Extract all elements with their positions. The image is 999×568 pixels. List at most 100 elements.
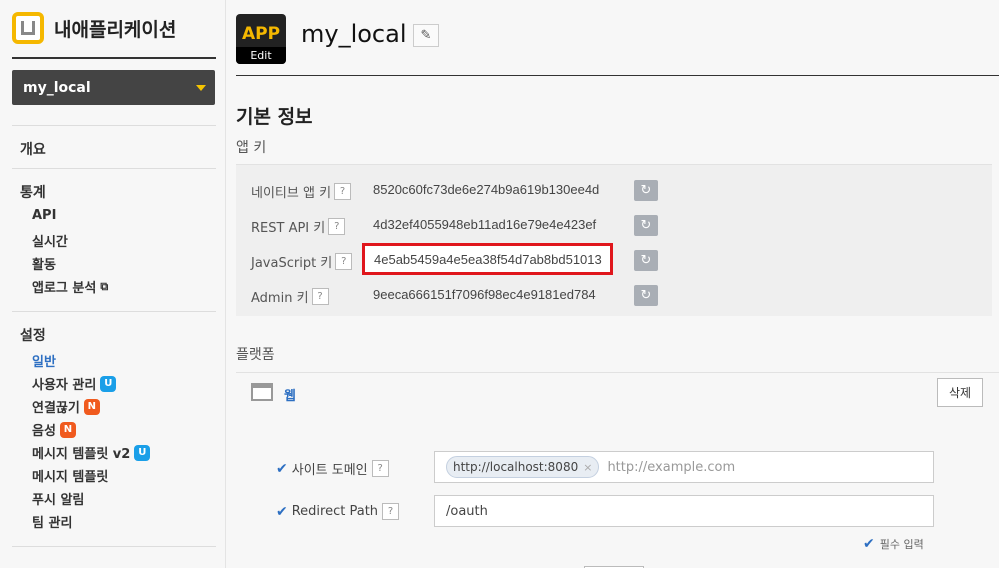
help-icon[interactable]: ? xyxy=(311,288,329,305)
key-row-admin: Admin 키? 9eeca666151f7096f98ec4e9181ed78… xyxy=(236,280,992,312)
sidebar-item-label: 앱로그 분석 xyxy=(32,281,97,296)
pencil-icon: ✎ xyxy=(420,28,432,43)
sidebar-item-label: 활동 xyxy=(32,258,56,273)
help-icon[interactable]: ? xyxy=(335,253,353,270)
new-badge: N xyxy=(59,421,76,438)
help-icon[interactable]: ? xyxy=(328,218,346,235)
sidebar-item-unlink[interactable]: 연결끊기 N xyxy=(32,397,100,416)
sidebar-heading-settings: 설정 xyxy=(20,328,46,344)
sidebar-item-label: 푸시 알림 xyxy=(32,493,85,508)
sidebar-item-label: 실시간 xyxy=(32,235,68,250)
main-content: APP Edit my_local ✎ 기본 정보 앱 키 네이티브 앱 키? … xyxy=(227,0,999,568)
new-badge: N xyxy=(83,398,100,415)
sidebar-item-overview[interactable]: 개요 xyxy=(20,139,46,159)
web-platform-label: 웹 xyxy=(284,389,296,404)
sidebar-item-applog[interactable]: 앱로그 분석 ⧉ xyxy=(32,277,109,297)
sidebar-item-team[interactable]: 팀 관리 xyxy=(32,512,72,531)
sidebar-item-label: 메시지 템플릿 xyxy=(32,470,109,485)
app-keys-title: 앱 키 xyxy=(236,140,267,156)
sidebar-item-realtime[interactable]: 실시간 xyxy=(32,231,68,250)
sidebar-divider xyxy=(12,311,216,312)
refresh-icon[interactable]: ↻ xyxy=(634,180,658,201)
sidebar-heading-stats: 통계 xyxy=(20,185,46,201)
key-label: Admin 키? xyxy=(251,287,329,306)
help-icon[interactable]: ? xyxy=(371,460,389,477)
key-label-text: REST API 키 xyxy=(251,221,326,236)
app-icon-edit-label: Edit xyxy=(236,47,286,64)
refresh-icon[interactable]: ↻ xyxy=(634,285,658,306)
brand-logo-icon xyxy=(12,12,44,44)
redirect-path-input[interactable]: /oauth xyxy=(434,495,934,527)
key-value-highlighted[interactable]: 4e5ab5459a4e5ea38f54d7ab8bd51013 xyxy=(362,243,613,275)
domain-tag-text: http://localhost:8080 xyxy=(453,460,579,474)
key-row-javascript: JavaScript 키? 4e5ab5459a4e5ea38f54d7ab8b… xyxy=(236,243,992,277)
required-note: ✔ 필수 입력 xyxy=(863,536,924,552)
sidebar-item-label: 사용자 관리 xyxy=(32,378,97,393)
close-icon[interactable]: × xyxy=(583,461,592,474)
key-label-text: JavaScript 키 xyxy=(251,256,333,271)
page-title: my_local xyxy=(301,20,407,48)
app-icon-edit[interactable]: APP Edit xyxy=(236,14,286,64)
sidebar-divider xyxy=(12,546,216,547)
sidebar-item-api[interactable]: API xyxy=(32,208,56,223)
sidebar-item-label: 일반 xyxy=(32,355,56,370)
redirect-path-label: ✔ Redirect Path ? xyxy=(276,503,400,520)
key-label-text: Admin 키 xyxy=(251,291,309,306)
help-icon[interactable]: ? xyxy=(334,183,352,200)
key-label: REST API 키? xyxy=(251,217,346,236)
brand-title: 내애플리케이션 xyxy=(54,18,177,41)
help-icon[interactable]: ? xyxy=(382,503,400,520)
chevron-down-icon xyxy=(196,85,206,91)
sidebar-item-user-management[interactable]: 사용자 관리 U xyxy=(32,374,117,393)
site-domain-placeholder: http://example.com xyxy=(607,459,736,475)
sidebar-item-push[interactable]: 푸시 알림 xyxy=(32,489,84,508)
key-value[interactable]: 4d32ef4055948eb11ad16e79e4e423ef xyxy=(373,217,596,232)
key-label-text: 네이티브 앱 키 xyxy=(251,186,332,201)
site-domain-input[interactable]: http://localhost:8080 × http://example.co… xyxy=(434,451,934,483)
sidebar-item-label: 팀 관리 xyxy=(32,516,73,531)
refresh-icon[interactable]: ↻ xyxy=(634,215,658,236)
edit-name-button[interactable]: ✎ xyxy=(413,24,439,47)
sidebar-item-general[interactable]: 일반 xyxy=(32,351,56,370)
sidebar-item-voice[interactable]: 음성 N xyxy=(32,420,76,439)
key-label: JavaScript 키? xyxy=(251,252,353,271)
app-select-dropdown[interactable]: my_local xyxy=(12,70,215,105)
header-divider xyxy=(236,75,999,76)
sidebar-item-label: 연결끊기 xyxy=(32,401,80,416)
key-row-native: 네이티브 앱 키? 8520c60fc73de6e274b9a619b130ee… xyxy=(236,175,992,207)
updated-badge: U xyxy=(100,375,117,392)
brand[interactable]: 내애플리케이션 xyxy=(12,12,176,44)
sidebar-item-activity[interactable]: 활동 xyxy=(32,254,56,273)
app-keys-panel: 네이티브 앱 키? 8520c60fc73de6e274b9a619b130ee… xyxy=(236,164,992,316)
check-icon: ✔ xyxy=(276,503,288,520)
sidebar-item-label: 음성 xyxy=(32,424,56,439)
key-row-rest: REST API 키? 4d32ef4055948eb11ad16e79e4e4… xyxy=(236,210,992,242)
external-link-icon: ⧉ xyxy=(100,279,109,293)
platform-title: 플랫폼 xyxy=(236,347,275,363)
redirect-label-text: Redirect Path xyxy=(291,504,379,519)
brand-divider xyxy=(12,57,216,59)
sidebar-item-message-template-v2[interactable]: 메시지 템플릿 v2 U xyxy=(32,443,151,462)
check-icon: ✔ xyxy=(863,536,875,552)
site-domain-label-text: 사이트 도메인 xyxy=(291,463,368,478)
refresh-icon[interactable]: ↻ xyxy=(634,250,658,271)
browser-window-icon xyxy=(251,383,273,401)
sidebar-divider xyxy=(12,125,216,126)
check-icon: ✔ xyxy=(276,460,288,477)
sidebar-item-message-template[interactable]: 메시지 템플릿 xyxy=(32,466,108,485)
required-note-text: 필수 입력 xyxy=(879,538,924,551)
section-title: 기본 정보 xyxy=(236,106,313,128)
domain-tag[interactable]: http://localhost:8080 × xyxy=(446,456,600,478)
sidebar: 내애플리케이션 my_local 개요 통계 API 실시간 활동 앱로그 분석… xyxy=(0,0,226,568)
sidebar-item-label: 메시지 템플릿 v2 xyxy=(32,447,131,462)
app-select-value: my_local xyxy=(23,79,91,96)
sidebar-divider xyxy=(12,168,216,169)
key-value[interactable]: 8520c60fc73de6e274b9a619b130ee4d xyxy=(373,182,599,197)
site-domain-label: ✔ 사이트 도메인 ? xyxy=(276,459,389,478)
redirect-path-value: /oauth xyxy=(446,503,488,519)
delete-button[interactable]: 삭제 xyxy=(937,378,983,407)
key-value[interactable]: 9eeca666151f7096f98ec4e9181ed784 xyxy=(373,287,596,302)
app-icon-label: APP xyxy=(241,24,281,44)
key-label: 네이티브 앱 키? xyxy=(251,182,352,201)
platform-panel: 웹 삭제 ✔ 사이트 도메인 ? http://localhost:8080 × … xyxy=(236,372,999,568)
